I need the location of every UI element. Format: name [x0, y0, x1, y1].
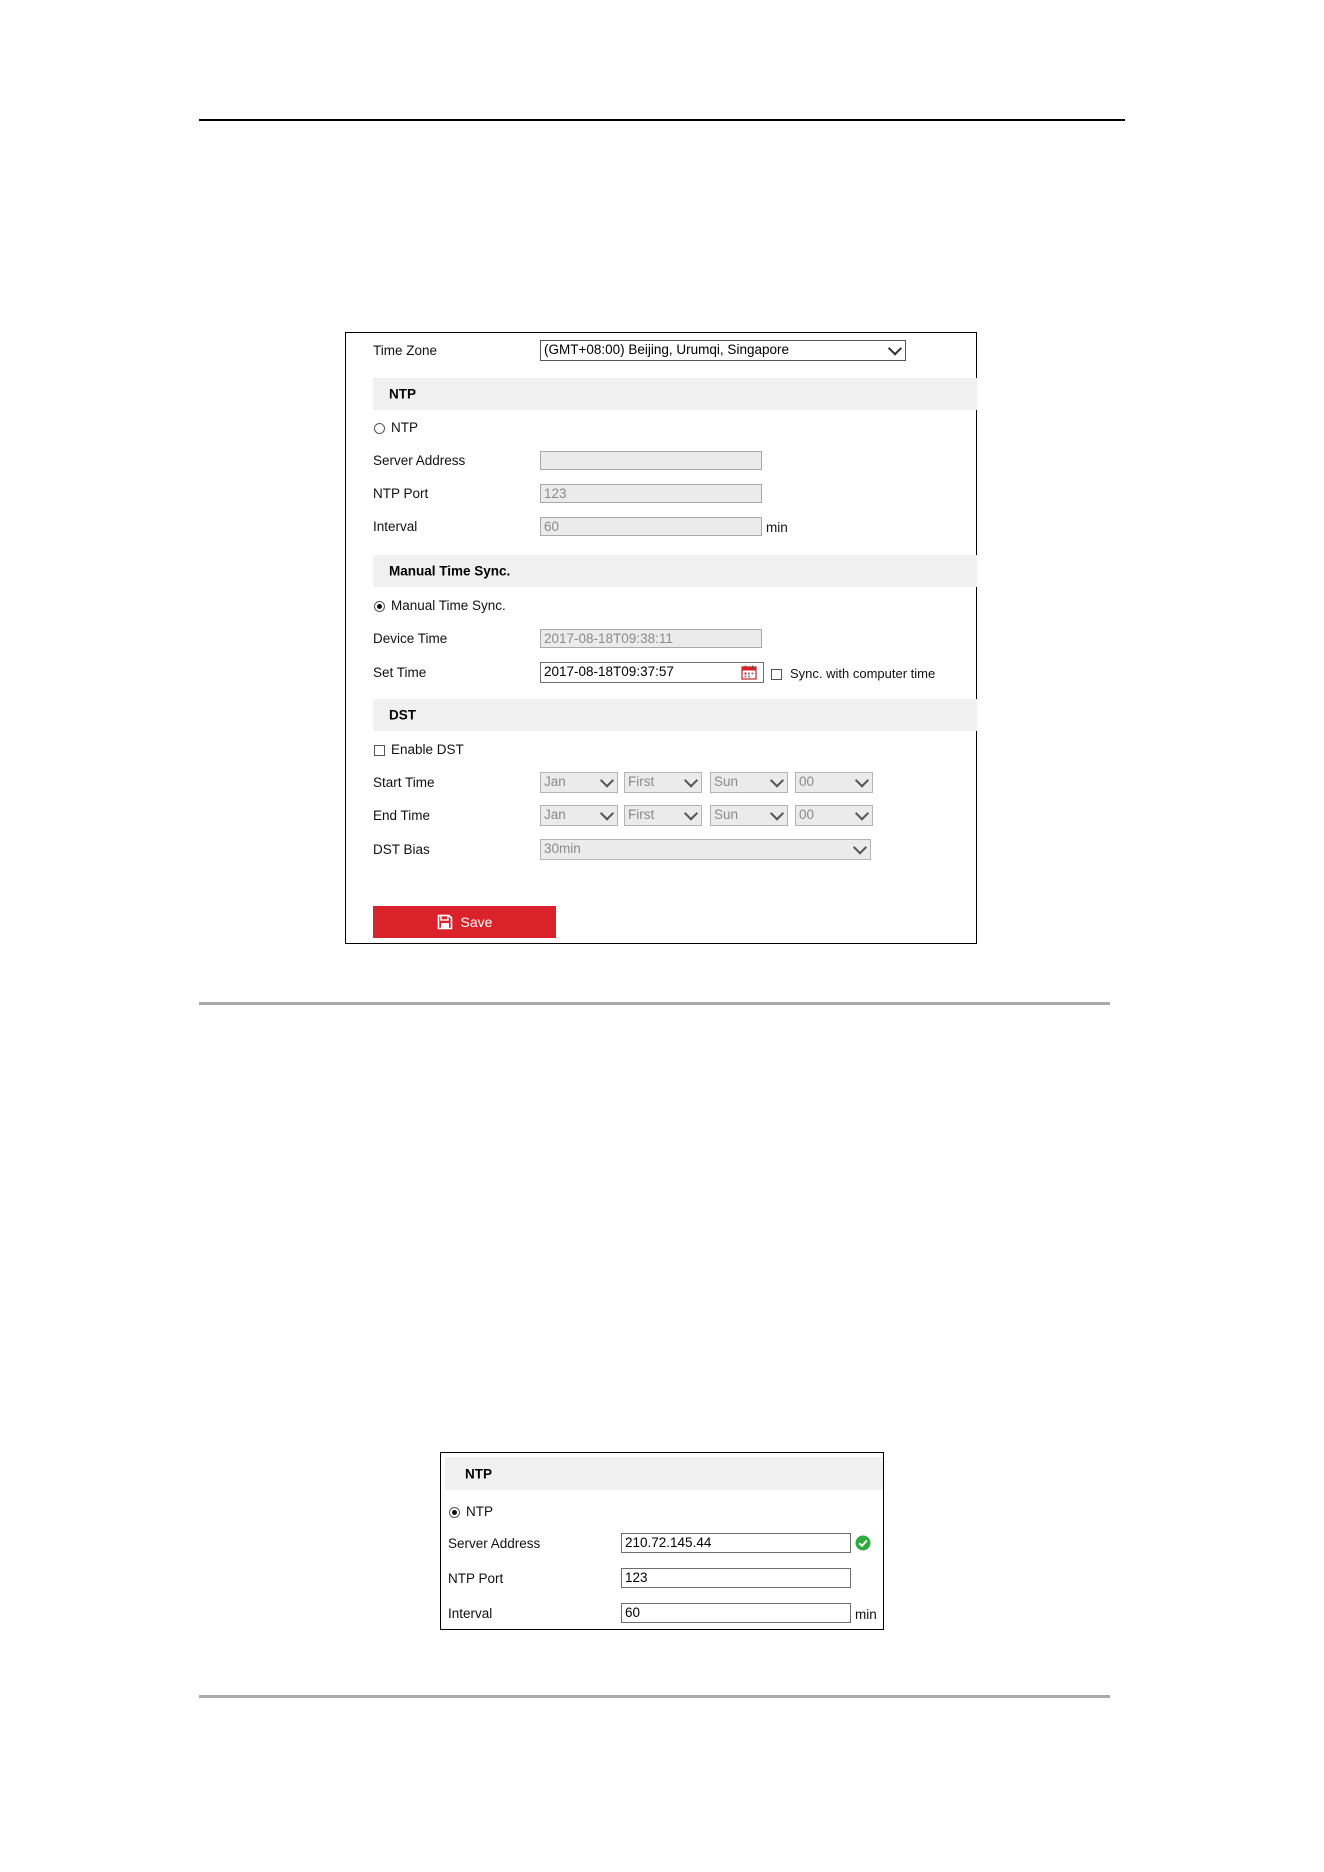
dst-section-title: DST	[389, 707, 416, 723]
calendar-icon[interactable]	[741, 664, 757, 680]
enable-dst-checkbox[interactable]	[374, 745, 385, 756]
chevron-down-icon	[683, 773, 699, 788]
dst-bias-label: DST Bias	[373, 842, 430, 857]
ntp-panel-port-input[interactable]: 123	[621, 1568, 851, 1588]
ntp-panel-interval-value: 60	[625, 1605, 641, 1620]
start-hour-select[interactable]: 00	[795, 772, 873, 793]
ntp-panel-section-title: NTP	[465, 1466, 492, 1481]
device-time-value: 2017-08-18T09:38:11	[544, 631, 673, 646]
start-day-select[interactable]: Sun	[710, 772, 788, 793]
ntp-panel-interval-label: Interval	[448, 1606, 493, 1621]
chevron-down-icon	[769, 773, 785, 788]
interval-value: 60	[544, 519, 560, 534]
manual-sync-radio[interactable]	[374, 601, 385, 612]
ntp-port-label: NTP Port	[373, 486, 429, 501]
set-time-value: 2017-08-18T09:37:57	[544, 664, 674, 679]
end-day-select[interactable]: Sun	[710, 805, 788, 826]
check-circle-icon	[855, 1535, 871, 1551]
start-time-label: Start Time	[373, 775, 435, 790]
save-button[interactable]: Save	[373, 906, 556, 938]
interval-unit: min	[766, 520, 788, 535]
ntp-panel-radio-label: NTP	[466, 1504, 493, 1519]
interval-input[interactable]: 60	[540, 517, 762, 536]
ntp-radio-label: NTP	[391, 420, 418, 435]
chevron-down-icon	[854, 806, 870, 821]
set-time-input[interactable]: 2017-08-18T09:37:57	[540, 662, 764, 683]
start-month-select[interactable]: Jan	[540, 772, 618, 793]
time-zone-label: Time Zone	[373, 343, 438, 358]
chevron-down-icon	[599, 773, 615, 788]
chevron-down-icon	[852, 840, 868, 855]
enable-dst-label: Enable DST	[391, 742, 464, 757]
start-hour-value: 00	[799, 774, 815, 789]
dst-bias-select[interactable]: 30min	[540, 839, 871, 860]
section-rule-bottom	[199, 1695, 1110, 1698]
time-zone-value: (GMT+08:00) Beijing, Urumqi, Singapore	[544, 342, 789, 357]
end-hour-select[interactable]: 00	[795, 805, 873, 826]
chevron-down-icon	[683, 806, 699, 821]
section-rule	[199, 1002, 1110, 1005]
device-time-label: Device Time	[373, 631, 448, 646]
end-week-value: First	[628, 807, 655, 822]
ntp-settings-panel: NTP NTP Server Address 210.72.145.44 NTP…	[440, 1452, 884, 1630]
dst-section-header: DST	[373, 699, 977, 731]
start-day-value: Sun	[714, 774, 739, 789]
chevron-down-icon	[887, 341, 903, 356]
manual-sync-radio-label: Manual Time Sync.	[391, 598, 506, 613]
save-icon	[437, 914, 452, 930]
ntp-panel-port-value: 123	[625, 1570, 648, 1585]
device-time-input: 2017-08-18T09:38:11	[540, 629, 762, 648]
server-address-input[interactable]	[540, 451, 762, 470]
ntp-port-input[interactable]: 123	[540, 484, 762, 503]
end-month-value: Jan	[544, 807, 566, 822]
dst-bias-value: 30min	[544, 841, 581, 856]
ntp-panel-server-address-value: 210.72.145.44	[625, 1535, 712, 1550]
chevron-down-icon	[854, 773, 870, 788]
end-time-label: End Time	[373, 808, 431, 823]
ntp-port-value: 123	[544, 486, 567, 501]
end-week-select[interactable]: First	[624, 805, 702, 826]
time-zone-select[interactable]: (GMT+08:00) Beijing, Urumqi, Singapore	[540, 340, 906, 361]
start-month-value: Jan	[544, 774, 566, 789]
ntp-panel-server-address-label: Server Address	[448, 1536, 541, 1551]
ntp-radio[interactable]	[374, 423, 385, 434]
start-week-select[interactable]: First	[624, 772, 702, 793]
set-time-label: Set Time	[373, 665, 427, 680]
header-rule	[199, 119, 1125, 121]
time-settings-panel: Time Zone (GMT+08:00) Beijing, Urumqi, S…	[345, 332, 977, 944]
save-button-label: Save	[460, 914, 493, 930]
manual-sync-section-header: Manual Time Sync.	[373, 555, 977, 587]
server-address-label: Server Address	[373, 453, 466, 468]
ntp-panel-port-label: NTP Port	[448, 1571, 504, 1586]
end-day-value: Sun	[714, 807, 739, 822]
ntp-panel-interval-input[interactable]: 60	[621, 1603, 851, 1623]
ntp-panel-interval-unit: min	[855, 1607, 877, 1622]
sync-computer-time-label: Sync. with computer time	[790, 666, 936, 681]
ntp-panel-section-header: NTP	[445, 1457, 883, 1490]
ntp-panel-server-address-input[interactable]: 210.72.145.44	[621, 1533, 851, 1553]
ntp-section-header: NTP	[373, 378, 977, 410]
manual-sync-section-title: Manual Time Sync.	[389, 563, 511, 579]
start-week-value: First	[628, 774, 655, 789]
chevron-down-icon	[599, 806, 615, 821]
end-month-select[interactable]: Jan	[540, 805, 618, 826]
ntp-panel-radio[interactable]	[449, 1507, 460, 1518]
ntp-section-title: NTP	[389, 386, 416, 402]
chevron-down-icon	[769, 806, 785, 821]
interval-label: Interval	[373, 519, 418, 534]
sync-computer-time-checkbox[interactable]	[771, 669, 782, 680]
end-hour-value: 00	[799, 807, 815, 822]
